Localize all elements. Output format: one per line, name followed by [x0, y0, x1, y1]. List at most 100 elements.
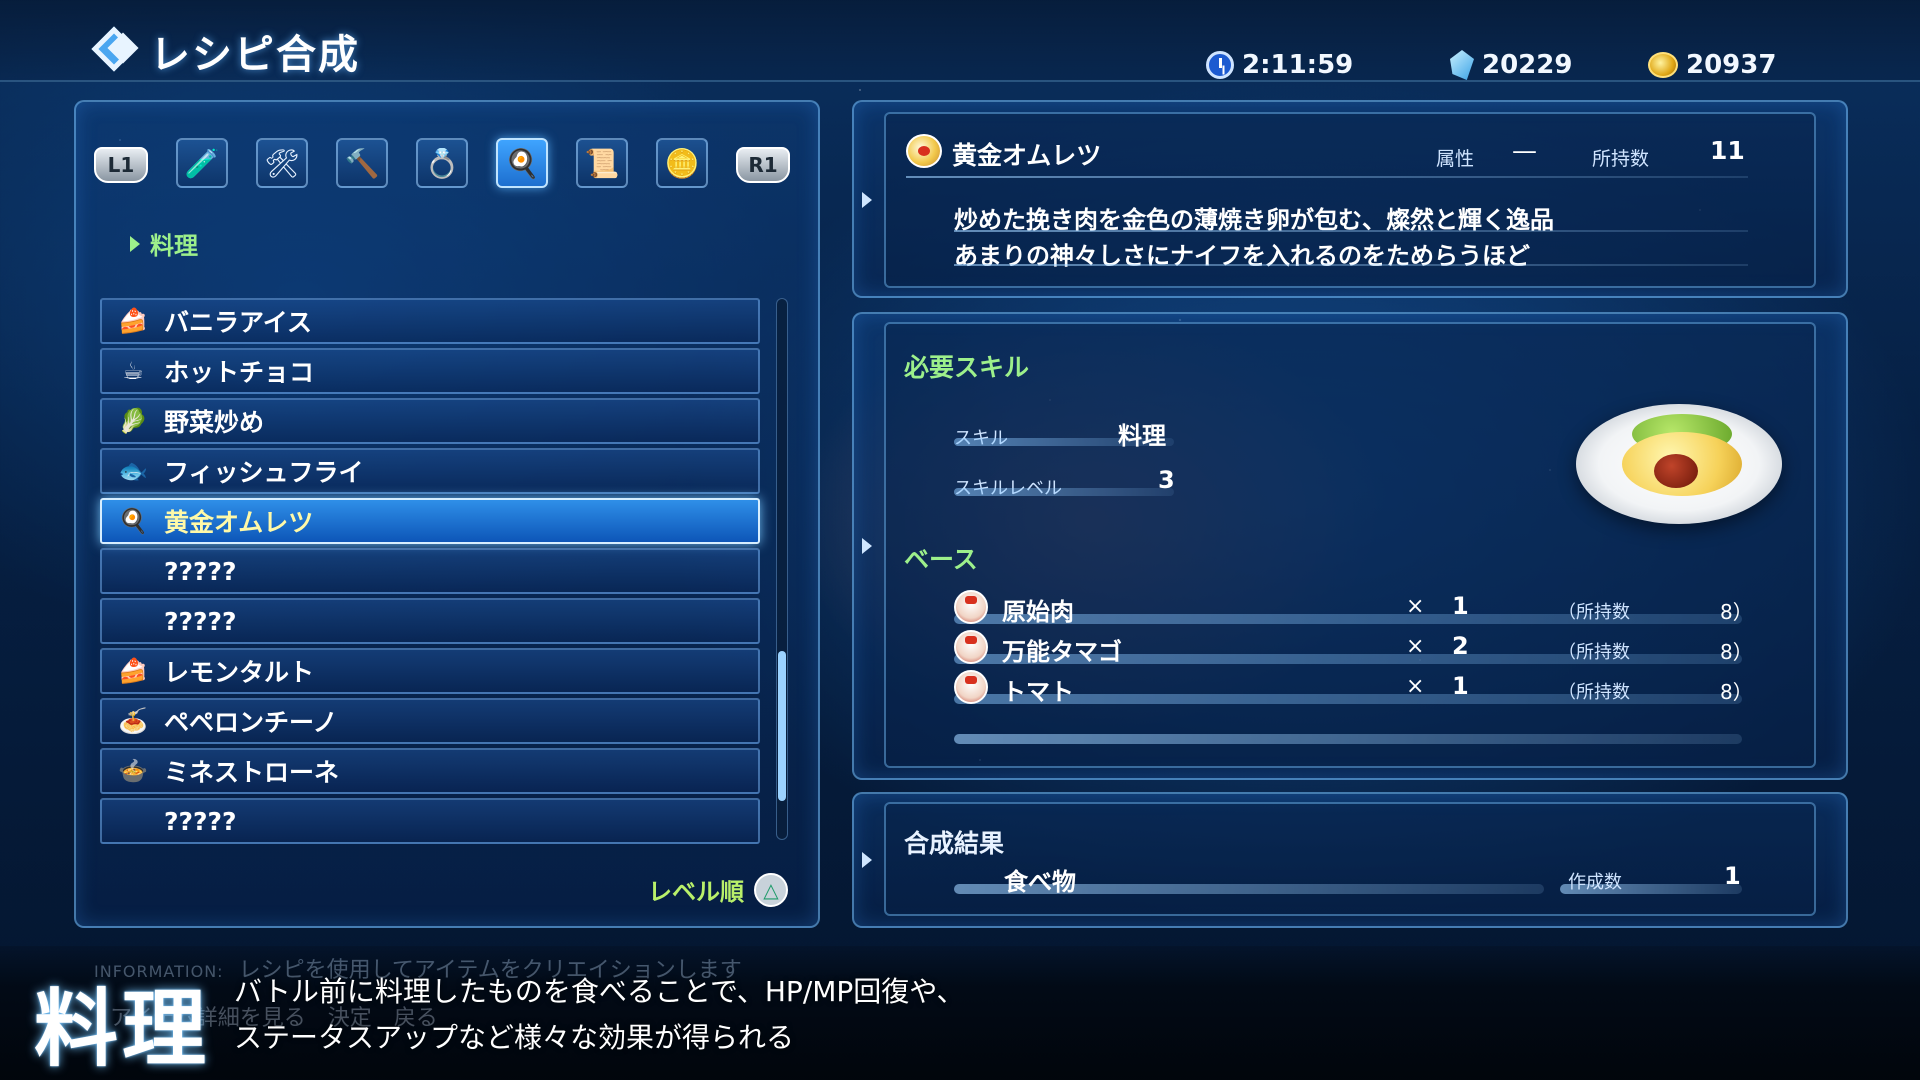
owned-label: 所持数: [1592, 148, 1650, 170]
material-icon: [954, 670, 988, 704]
omelet-icon: 🍳: [118, 507, 148, 535]
tab-tools[interactable]: 🛠: [256, 138, 308, 188]
recipe-list: 🍰 バニラアイス ☕ ホットチョコ 🥬 野菜炒め 🐟 フィッシュフライ 🍳 黄金…: [100, 298, 760, 848]
caption-line-2: ステータスアップなど様々な効果が得られる: [234, 1021, 795, 1054]
recipe-item[interactable]: 🍰 レモンタルト: [100, 648, 760, 694]
gold-count: 20937: [1648, 48, 1776, 82]
recipe-item-locked[interactable]: ?????: [100, 598, 760, 644]
base-title: ベース: [904, 545, 978, 574]
sort-order[interactable]: レベル順 △: [648, 872, 788, 907]
attribute-value: —: [1512, 136, 1537, 165]
cooking-pot-icon: 🍳: [504, 146, 540, 180]
diamond-menu-icon: [91, 26, 140, 75]
divider: [954, 264, 1748, 266]
ingot-icon: 🪙: [664, 146, 700, 180]
recipe-label: ?????: [164, 606, 237, 636]
crystal-count: 20229: [1450, 48, 1572, 82]
category-tabs: L1 🧪 🛠 🔨 💍 🍳 📜 🪙 R1: [94, 138, 790, 188]
result-inner: [884, 802, 1816, 916]
tab-ingot[interactable]: 🪙: [656, 138, 708, 188]
l1-button[interactable]: L1: [94, 147, 148, 183]
writing-icon: 📜: [584, 146, 620, 180]
category-name: 料理: [150, 232, 198, 260]
tab-writing[interactable]: 📜: [576, 138, 628, 188]
item-name: 黄金オムレツ: [952, 141, 1102, 170]
tab-ring[interactable]: 💍: [416, 138, 468, 188]
tab-potion[interactable]: 🧪: [176, 138, 228, 188]
hammer-icon: 🔨: [344, 146, 380, 180]
tab-cooking[interactable]: 🍳: [496, 138, 548, 188]
chevron-right-icon: [862, 538, 872, 554]
divider: [906, 176, 1748, 178]
recipe-label: 黄金オムレツ: [164, 508, 314, 537]
category-label: 料理: [130, 226, 198, 261]
material-owned-value: 8）: [1720, 640, 1753, 664]
dish-icon: 🍲: [118, 757, 148, 785]
fish-icon: 🐟: [118, 457, 148, 485]
material-times: ×: [1406, 594, 1425, 619]
material-qty: 1: [1452, 672, 1469, 700]
material-name: 万能タマゴ: [1002, 638, 1122, 666]
skill-label: スキル: [954, 424, 1008, 450]
tools-icon: 🛠: [264, 146, 300, 180]
scrollbar-thumb[interactable]: [778, 651, 786, 801]
recipe-item[interactable]: 🥬 野菜炒め: [100, 398, 760, 444]
play-time: 2:11:59: [1206, 48, 1353, 82]
omelet-dish-image: [1576, 404, 1782, 524]
vegetable-icon: 🥬: [118, 407, 148, 435]
page-title: レシピ合成: [150, 32, 360, 78]
result-type: 食べ物: [1004, 868, 1076, 896]
skill-level-label: スキルレベル: [954, 474, 1062, 500]
recipe-label: ペペロンチーノ: [164, 708, 338, 737]
material-row: トマト × 1 （所持数 8）: [954, 670, 1753, 710]
recipe-label: ?????: [164, 806, 237, 836]
recipe-item[interactable]: 🍲 ミネストローネ: [100, 748, 760, 794]
required-skill-title: 必要スキル: [904, 353, 1030, 382]
recipe-item[interactable]: 🍰 バニラアイス: [100, 298, 760, 344]
owned-value: 11: [1710, 136, 1745, 165]
triangle-right-icon: [130, 235, 140, 252]
tab-hammer[interactable]: 🔨: [336, 138, 388, 188]
r1-button[interactable]: R1: [736, 147, 790, 183]
recipe-label: ミネストローネ: [164, 758, 340, 787]
recipe-label: フィッシュフライ: [164, 458, 364, 487]
recipe-label: 野菜炒め: [164, 408, 265, 437]
caption-title: 料理: [34, 980, 211, 1078]
material-owned-label: （所持数: [1558, 682, 1630, 703]
recipe-item[interactable]: 🍝 ペペロンチーノ: [100, 698, 760, 744]
recipe-item[interactable]: 🐟 フィッシュフライ: [100, 448, 760, 494]
caption-line-1: バトル前に料理したものを食べることで、HP/MP回復や、: [234, 975, 965, 1008]
clock-icon: [1206, 51, 1234, 79]
material-owned-label: （所持数: [1558, 602, 1630, 623]
material-times: ×: [1406, 674, 1425, 699]
crystal-icon: [1450, 50, 1474, 80]
potion-icon: 🧪: [184, 146, 220, 180]
result-count-value: 1: [1724, 862, 1741, 890]
cake-icon: 🍰: [118, 307, 148, 335]
triangle-button-icon[interactable]: △: [754, 872, 788, 907]
chevron-right-icon: [862, 852, 872, 868]
coin-icon: [1648, 52, 1678, 78]
recipe-item-locked[interactable]: ?????: [100, 798, 760, 844]
recipe-item[interactable]: ☕ ホットチョコ: [100, 348, 760, 394]
material-qty: 2: [1452, 632, 1469, 660]
recipe-item-locked[interactable]: ?????: [100, 548, 760, 594]
material-name: トマト: [1002, 678, 1074, 706]
material-row: 万能タマゴ × 2 （所持数 8）: [954, 630, 1753, 670]
skill-level-bar: [954, 488, 1174, 496]
recipe-scrollbar[interactable]: [776, 298, 788, 840]
attribute-label: 属性: [1436, 148, 1475, 170]
material-owned-value: 8）: [1720, 600, 1753, 624]
material-row: 原始肉 × 1 （所持数 8）: [954, 590, 1753, 630]
material-owned-label: （所持数: [1558, 642, 1630, 663]
recipe-label: バニラアイス: [164, 308, 313, 337]
material-owned-value: 8）: [1720, 680, 1753, 704]
recipe-item-selected[interactable]: 🍳 黄金オムレツ: [100, 498, 760, 544]
recipe-label: ホットチョコ: [164, 358, 315, 387]
cake-icon: 🍰: [118, 657, 148, 685]
sort-label: レベル順: [648, 878, 744, 906]
omelet-icon: [906, 134, 942, 168]
material-name: 原始肉: [1002, 598, 1074, 626]
material-qty: 1: [1452, 592, 1469, 620]
recipe-label: レモンタルト: [164, 658, 315, 687]
